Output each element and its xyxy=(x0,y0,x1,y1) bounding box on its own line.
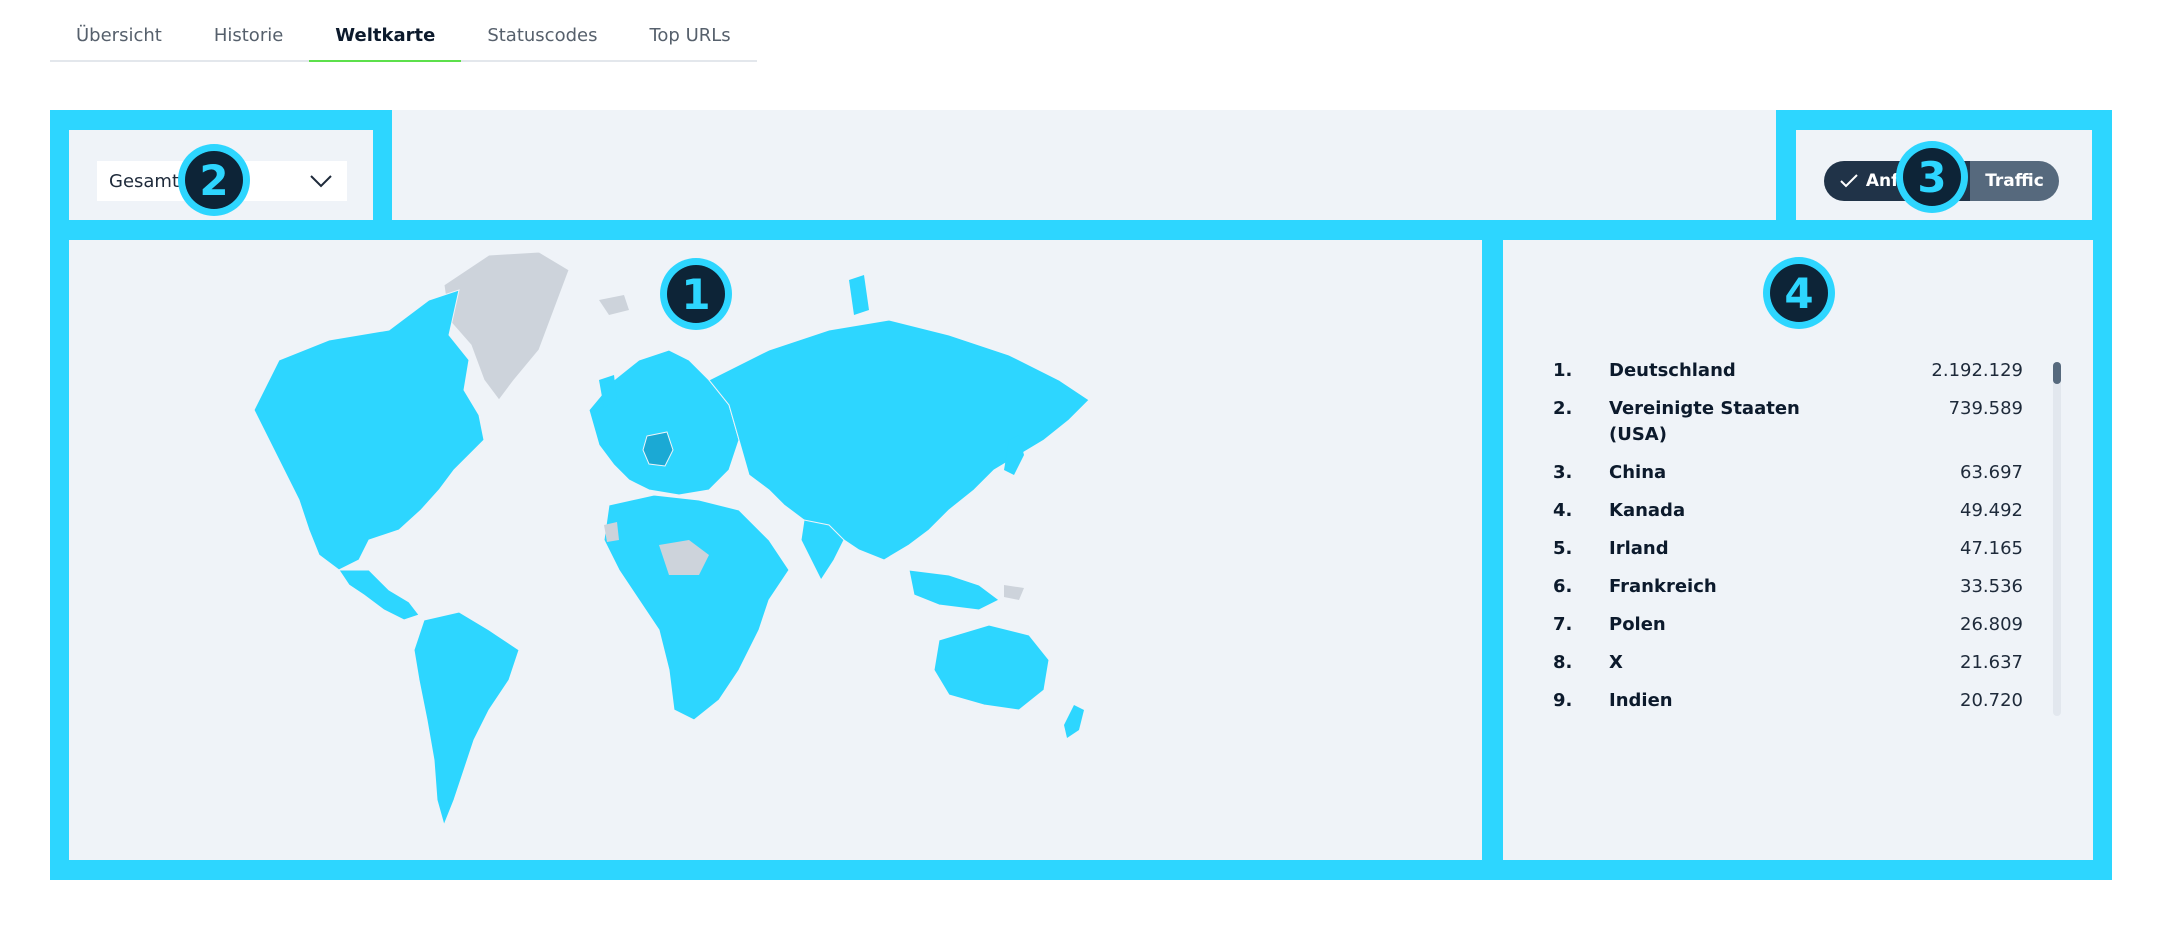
annotation-badge-toggle: 3 xyxy=(1896,141,1968,213)
rank-number: 3. xyxy=(1553,462,1573,483)
list-item[interactable]: 9. Indien 20.720 xyxy=(1553,688,2023,714)
map-new-zealand[interactable] xyxy=(1064,705,1084,738)
country-name: Indien xyxy=(1609,690,1673,711)
country-value: 33.536 xyxy=(1960,576,2023,597)
tab-weltkarte[interactable]: Weltkarte xyxy=(309,16,462,62)
toggle-traffic[interactable]: Traffic xyxy=(1970,161,2059,201)
check-icon xyxy=(1840,174,1858,188)
tab-uebersicht[interactable]: Übersicht xyxy=(50,16,188,62)
list-item[interactable]: 3. China 63.697 xyxy=(1553,460,2023,486)
list-item[interactable]: 7. Polen 26.809 xyxy=(1553,612,2023,638)
region-dropdown-value: Gesamt xyxy=(109,170,180,192)
country-value: 63.697 xyxy=(1960,462,2023,483)
country-name: Deutschland xyxy=(1609,360,1736,381)
map-south-america[interactable] xyxy=(413,611,520,827)
country-ranking: 1. Deutschland 2.192.129 2. Vereinigte S… xyxy=(1503,240,2093,860)
country-value: 49.492 xyxy=(1960,500,2023,521)
country-name: Vereinigte Staaten (USA) xyxy=(1609,398,1800,445)
chevron-down-icon xyxy=(309,169,333,198)
map-europe[interactable] xyxy=(588,349,740,496)
list-item[interactable]: 2. Vereinigte Staaten (USA) 739.589 xyxy=(1553,396,2023,448)
ranking-list: 1. Deutschland 2.192.129 2. Vereinigte S… xyxy=(1553,358,2023,726)
country-name: Frankreich xyxy=(1609,576,1717,597)
list-item[interactable]: 1. Deutschland 2.192.129 xyxy=(1553,358,2023,384)
map-africa[interactable] xyxy=(603,494,790,721)
country-value: 2.192.129 xyxy=(1931,360,2023,381)
map-southeast-asia[interactable] xyxy=(908,569,1000,611)
rank-number: 4. xyxy=(1553,500,1573,521)
annotation-badge-map: 1 xyxy=(660,258,732,330)
map-iceland[interactable] xyxy=(599,295,629,315)
country-value: 739.589 xyxy=(1948,398,2023,419)
tab-statuscodes[interactable]: Statuscodes xyxy=(461,16,624,62)
map-arctic-islands[interactable] xyxy=(849,275,869,315)
country-value: 26.809 xyxy=(1960,614,2023,635)
map-central-america[interactable] xyxy=(338,569,420,621)
list-item[interactable]: 4. Kanada 49.492 xyxy=(1553,498,2023,524)
rank-number: 9. xyxy=(1553,690,1573,711)
country-name: X xyxy=(1609,652,1623,673)
tab-bar: Übersicht Historie Weltkarte Statuscodes… xyxy=(50,16,757,62)
list-item[interactable]: 6. Frankreich 33.536 xyxy=(1553,574,2023,600)
ranking-scrollbar[interactable] xyxy=(2053,362,2061,716)
map-papua-no-data[interactable] xyxy=(1004,585,1024,600)
rank-number: 7. xyxy=(1553,614,1573,635)
list-item[interactable]: 8. X 21.637 xyxy=(1553,650,2023,676)
ranking-scrollbar-thumb[interactable] xyxy=(2053,362,2061,384)
country-name: Kanada xyxy=(1609,500,1686,521)
country-name: Irland xyxy=(1609,538,1669,559)
country-name: Polen xyxy=(1609,614,1666,635)
tab-top-urls[interactable]: Top URLs xyxy=(623,16,757,62)
rank-number: 5. xyxy=(1553,538,1573,559)
worldmap-panel: Gesamt Anfragen Traffic xyxy=(50,110,2112,880)
annotation-badge-ranking: 4 xyxy=(1763,257,1835,329)
world-map-svg xyxy=(253,251,1090,827)
country-value: 20.720 xyxy=(1960,690,2023,711)
rank-number: 6. xyxy=(1553,576,1573,597)
annotation-badge-filter: 2 xyxy=(178,144,250,216)
world-map xyxy=(69,240,1482,860)
rank-number: 2. xyxy=(1553,398,1573,419)
country-value: 47.165 xyxy=(1960,538,2023,559)
rank-number: 1. xyxy=(1553,360,1573,381)
country-name: China xyxy=(1609,462,1667,483)
country-value: 21.637 xyxy=(1960,652,2023,673)
toggle-traffic-label: Traffic xyxy=(1985,171,2044,191)
map-asia[interactable] xyxy=(708,319,1090,561)
rank-number: 8. xyxy=(1553,652,1573,673)
map-australia[interactable] xyxy=(933,624,1050,711)
map-north-america[interactable] xyxy=(253,289,485,571)
list-item[interactable]: 5. Irland 47.165 xyxy=(1553,536,2023,562)
tab-historie[interactable]: Historie xyxy=(187,16,310,62)
